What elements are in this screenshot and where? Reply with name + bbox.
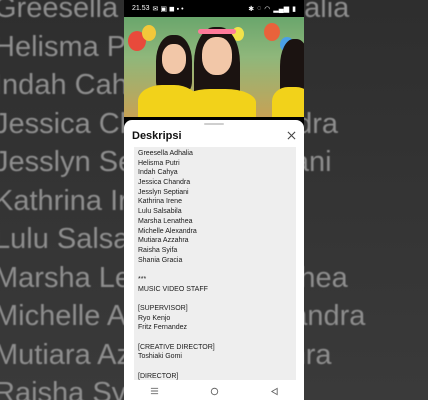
background-name: Jessica Chandra [304, 107, 338, 140]
description-gap [138, 362, 292, 372]
background-name: Indah Cahya [0, 69, 124, 101]
status-bar: 21.53 ✉ ▣ ◼ ▪ • ✱ ◌ ◠ ▂▄▆ ▮ [124, 0, 304, 17]
background-name: Greesella Adhalia [304, 0, 350, 24]
description-line: Lulu Salsabila [138, 208, 182, 216]
mute-icon: ◌ [257, 5, 262, 12]
description-line: [DIRECTOR] [138, 372, 179, 380]
person-face [162, 44, 186, 74]
background-right: Greesella AdhaliaHelisma PutriIndah Cahy… [304, 0, 428, 400]
close-button[interactable] [284, 128, 298, 142]
background-name: Helisma Putri [0, 30, 124, 63]
description-gap [138, 294, 292, 304]
balloon-image [264, 23, 280, 41]
person-face [202, 37, 232, 75]
description-line: *** [138, 275, 147, 283]
yellow-dress [180, 89, 256, 117]
description-line: Mutiara Azzahra [138, 237, 189, 245]
signal-icon: ▂▄▆ [273, 5, 290, 13]
navigation-bar [124, 382, 304, 400]
home-button[interactable] [204, 384, 224, 398]
background-name: Mutiara Azzahra [0, 338, 124, 371]
close-icon [287, 131, 295, 139]
description-line: Raisha Syifa [138, 246, 178, 254]
wifi-icon: ◠ [264, 5, 271, 13]
description-line: MUSIC VIDEO STAFF [138, 285, 208, 293]
circle-icon [210, 387, 218, 395]
drag-handle[interactable] [204, 123, 224, 125]
sheet-title: Deskripsi [132, 130, 182, 142]
background-name: Jesslyn Septiani [304, 146, 332, 178]
description-line: Indah Cahya [138, 169, 178, 177]
menu-icon [150, 387, 158, 395]
background-left: Greesella Adhalia Helisma Putri Indah Cahy… [0, 0, 124, 400]
video-player[interactable] [124, 17, 304, 117]
background-name: Greesella Adhalia [0, 0, 124, 24]
status-time: 21.53 [132, 5, 150, 12]
description-line: Kathrina Irene [138, 198, 182, 206]
description-sheet: Deskripsi Greesella Adhalia Helisma Putri… [124, 120, 304, 382]
background-name: Michelle Alexandra [0, 300, 124, 332]
background-name: Raisha Syifa [0, 377, 124, 400]
description-line: Toshiaki Gomi [138, 353, 182, 361]
recents-button[interactable] [144, 384, 164, 398]
description-line: [CREATIVE DIRECTOR] [138, 343, 215, 351]
back-button[interactable] [264, 384, 284, 398]
background-name: Jessica Chandra [0, 107, 124, 140]
description-line: [SUPERVISOR] [138, 305, 188, 312]
description-line: Fritz Fernandez [138, 324, 188, 332]
background-name: Kathrina Irene [0, 184, 124, 217]
battery-icon: ▮ [292, 5, 296, 13]
description-line: Jesslyn Septiani [138, 188, 189, 196]
description-line: Helisma Putri [138, 159, 180, 167]
background-name: Marsha Lenathea [0, 261, 124, 294]
balloon-image [142, 25, 156, 41]
background-name: Lulu Salsabila [0, 223, 124, 255]
description-line: Greesella Adhalia [138, 150, 193, 157]
bluetooth-icon: ✱ [248, 5, 255, 13]
notification-icons: ✉ ▣ ◼ ▪ • [152, 5, 184, 13]
description-gap [138, 265, 292, 275]
description-line: Michelle Alexandra [138, 227, 197, 235]
back-triangle-icon [270, 387, 278, 395]
background-name: Mutiara Azzahra [304, 338, 332, 371]
description-line: Ryo Kenjo [138, 314, 171, 322]
headband [198, 29, 236, 34]
description-line: Jessica Chandra [138, 179, 191, 187]
phone-screen: 21.53 ✉ ▣ ◼ ▪ • ✱ ◌ ◠ ▂▄▆ ▮ Deskripsi Gr… [124, 0, 304, 400]
yellow-dress [272, 87, 304, 117]
description-gap [138, 333, 292, 343]
background-name: Michelle Alexandra [304, 300, 366, 332]
description-text[interactable]: Greesella Adhalia Helisma Putri Indah Cahy… [134, 147, 296, 380]
description-line: Marsha Lenathea [138, 217, 193, 225]
background-name: Jesslyn Septiani [0, 146, 124, 178]
description-line: Shania Gracia [138, 256, 183, 264]
background-name: Marsha Lenathea [304, 261, 348, 294]
